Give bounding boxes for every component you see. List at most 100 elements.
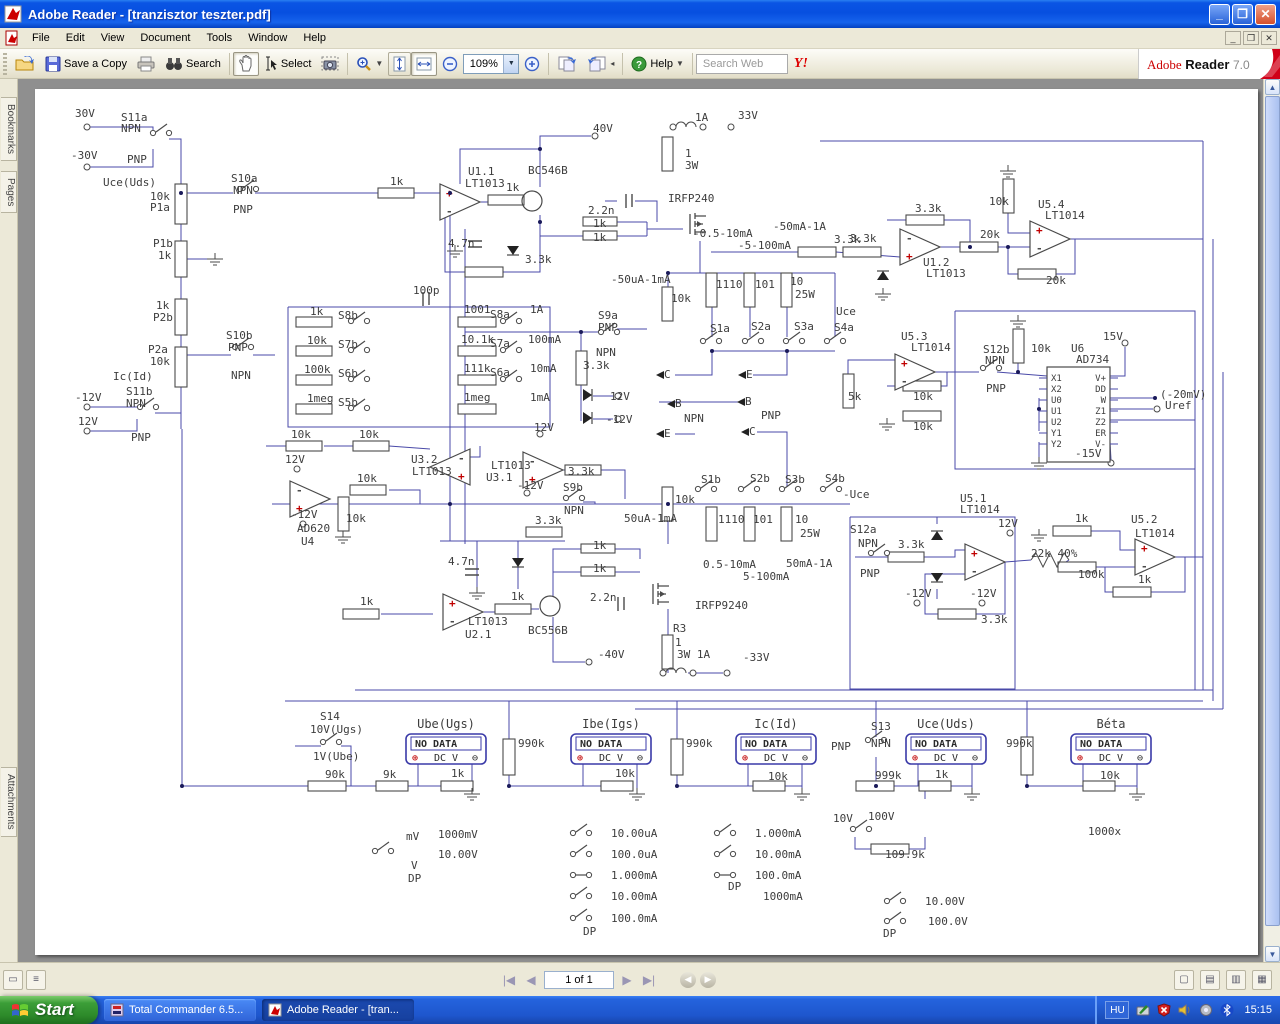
fit-page-button[interactable] [388, 51, 412, 76]
svg-text:S3b: S3b [785, 473, 805, 486]
previous-page-button[interactable]: ◀ [522, 973, 540, 987]
scroll-down-button[interactable]: ▼ [1265, 946, 1280, 962]
minimize-button[interactable]: _ [1209, 3, 1230, 25]
page-indicator[interactable]: 1 of 1 [544, 970, 614, 989]
svg-text:1k: 1k [1075, 512, 1089, 525]
svg-text:PNP: PNP [761, 409, 781, 422]
menu-file[interactable]: File [24, 29, 58, 47]
document-viewport[interactable]: +--++-+--+-+-++-+-+-X1X2U0U1U2Y1Y2V+DDWZ… [18, 79, 1263, 962]
svg-text:1k: 1k [511, 590, 525, 603]
taskbar: Start Total Commander 6.5... Adobe Reade… [0, 996, 1280, 1024]
task-label: Adobe Reader - [tran... [287, 1004, 399, 1016]
search-web-input[interactable]: Search Web [695, 53, 788, 74]
menu-help[interactable]: Help [295, 29, 334, 47]
mdi-minimize-button[interactable]: _ [1225, 31, 1241, 45]
svg-text:101: 101 [753, 513, 773, 526]
bluetooth-tray-icon[interactable] [1219, 1003, 1234, 1018]
svg-text:1k: 1k [593, 231, 607, 244]
menu-edit[interactable]: Edit [58, 29, 93, 47]
open-button[interactable] [10, 52, 40, 76]
svg-text:10k: 10k [307, 334, 327, 347]
next-view-button[interactable]: ◂ [582, 52, 619, 76]
previous-view-button[interactable] [552, 52, 582, 76]
svg-text:U0: U0 [1051, 396, 1062, 406]
tab-pages[interactable]: Pages [1, 171, 17, 214]
search-button[interactable]: Search [160, 52, 226, 76]
single-page-view-button[interactable]: ▭ [3, 969, 23, 990]
save-a-copy-button[interactable]: Save a Copy [40, 52, 132, 76]
next-page-button[interactable]: ▶ [618, 973, 636, 987]
svg-text:4.7n: 4.7n [448, 555, 475, 568]
tab-attachments[interactable]: Attachments [1, 767, 17, 837]
next-view-round-button[interactable]: ▶ [700, 971, 716, 988]
svg-text:100mA: 100mA [528, 333, 561, 346]
scroll-up-button[interactable]: ▲ [1265, 79, 1280, 95]
zoom-level-combobox[interactable]: 109% ▼ [463, 53, 520, 74]
svg-text:100k: 100k [1078, 568, 1105, 581]
language-indicator[interactable]: HU [1105, 1001, 1130, 1019]
menu-window[interactable]: Window [240, 29, 295, 47]
device-tray-icon[interactable] [1198, 1003, 1213, 1018]
snapshot-tool-button[interactable] [316, 52, 344, 76]
security-alert-tray-icon[interactable] [1156, 1003, 1171, 1018]
first-page-button[interactable]: |◀ [500, 973, 518, 987]
taskbar-task-adobe-reader[interactable]: Adobe Reader - [tran... [262, 999, 414, 1021]
svg-text:PNP: PNP [127, 153, 147, 166]
zoom-out-button[interactable] [437, 52, 463, 76]
system-tray: HU 15:15 [1095, 996, 1280, 1024]
tablet-pen-tray-icon[interactable] [1135, 1003, 1150, 1018]
mdi-restore-button[interactable]: ❐ [1243, 31, 1259, 45]
zoom-in-tool-button[interactable]: ▼ [351, 52, 388, 76]
fit-width-button[interactable] [411, 51, 438, 76]
vertical-scrollbar[interactable]: ▲ ▼ [1263, 79, 1280, 962]
volume-tray-icon[interactable] [1177, 1003, 1192, 1018]
taskbar-task-total-commander[interactable]: Total Commander 6.5... [104, 999, 256, 1021]
view-mode-2-button[interactable]: ▤ [1200, 969, 1220, 990]
menu-document[interactable]: Document [132, 29, 198, 47]
hand-tool-button[interactable] [232, 51, 259, 76]
svg-text:12V: 12V [285, 453, 305, 466]
windows-flag-icon [12, 1004, 28, 1016]
scrollbar-thumb[interactable] [1265, 96, 1280, 926]
start-button[interactable]: Start [0, 996, 98, 1024]
menu-view[interactable]: View [93, 29, 133, 47]
toolbar-grip[interactable] [3, 52, 7, 75]
menu-tools[interactable]: Tools [199, 29, 241, 47]
svg-text:Ube(Ugs): Ube(Ugs) [417, 717, 475, 731]
svg-text:LT1013: LT1013 [926, 267, 966, 280]
svg-text:1001: 1001 [464, 303, 491, 316]
tab-bookmarks[interactable]: Bookmarks [1, 97, 17, 162]
view-mode-4-button[interactable]: ▦ [1252, 969, 1272, 990]
last-page-button[interactable]: ▶| [640, 973, 658, 987]
svg-text:2.2n: 2.2n [590, 591, 617, 604]
svg-text:50uA-1mA: 50uA-1mA [624, 512, 677, 525]
previous-view-round-button[interactable]: ◀ [680, 971, 696, 988]
close-button[interactable]: ✕ [1255, 3, 1276, 25]
continuous-view-button[interactable]: ≡ [26, 969, 46, 990]
svg-text:-33V: -33V [743, 651, 770, 664]
pdf-document-icon[interactable] [4, 30, 20, 46]
zoom-level-dropdown-icon[interactable]: ▼ [503, 54, 519, 73]
print-button[interactable] [132, 52, 160, 76]
svg-text:-: - [971, 565, 978, 578]
svg-text:NPN: NPN [233, 184, 253, 197]
svg-text:B: B [675, 397, 682, 410]
view-history-caret[interactable]: ◂ [610, 59, 614, 68]
restore-button[interactable]: ❐ [1232, 3, 1253, 25]
svg-text:90k: 90k [325, 768, 345, 781]
mdi-close-button[interactable]: ✕ [1261, 31, 1277, 45]
help-button[interactable]: ? Help ▼ [626, 52, 689, 76]
printer-icon [137, 56, 155, 71]
select-tool-button[interactable]: Select [259, 52, 317, 76]
svg-text:S2b: S2b [750, 472, 770, 485]
svg-text:10k: 10k [291, 428, 311, 441]
view-mode-3-button[interactable]: ▥ [1226, 969, 1246, 990]
total-commander-icon [110, 1003, 124, 1017]
svg-text:B: B [745, 395, 752, 408]
zoom-in-button[interactable] [519, 52, 545, 76]
svg-text:10k: 10k [1031, 342, 1051, 355]
svg-text:10V(Ugs): 10V(Ugs) [310, 723, 363, 736]
svg-text:PNP: PNP [831, 740, 851, 753]
yahoo-logo[interactable]: Y! [794, 56, 808, 72]
view-mode-1-button[interactable]: ▢ [1174, 969, 1194, 990]
